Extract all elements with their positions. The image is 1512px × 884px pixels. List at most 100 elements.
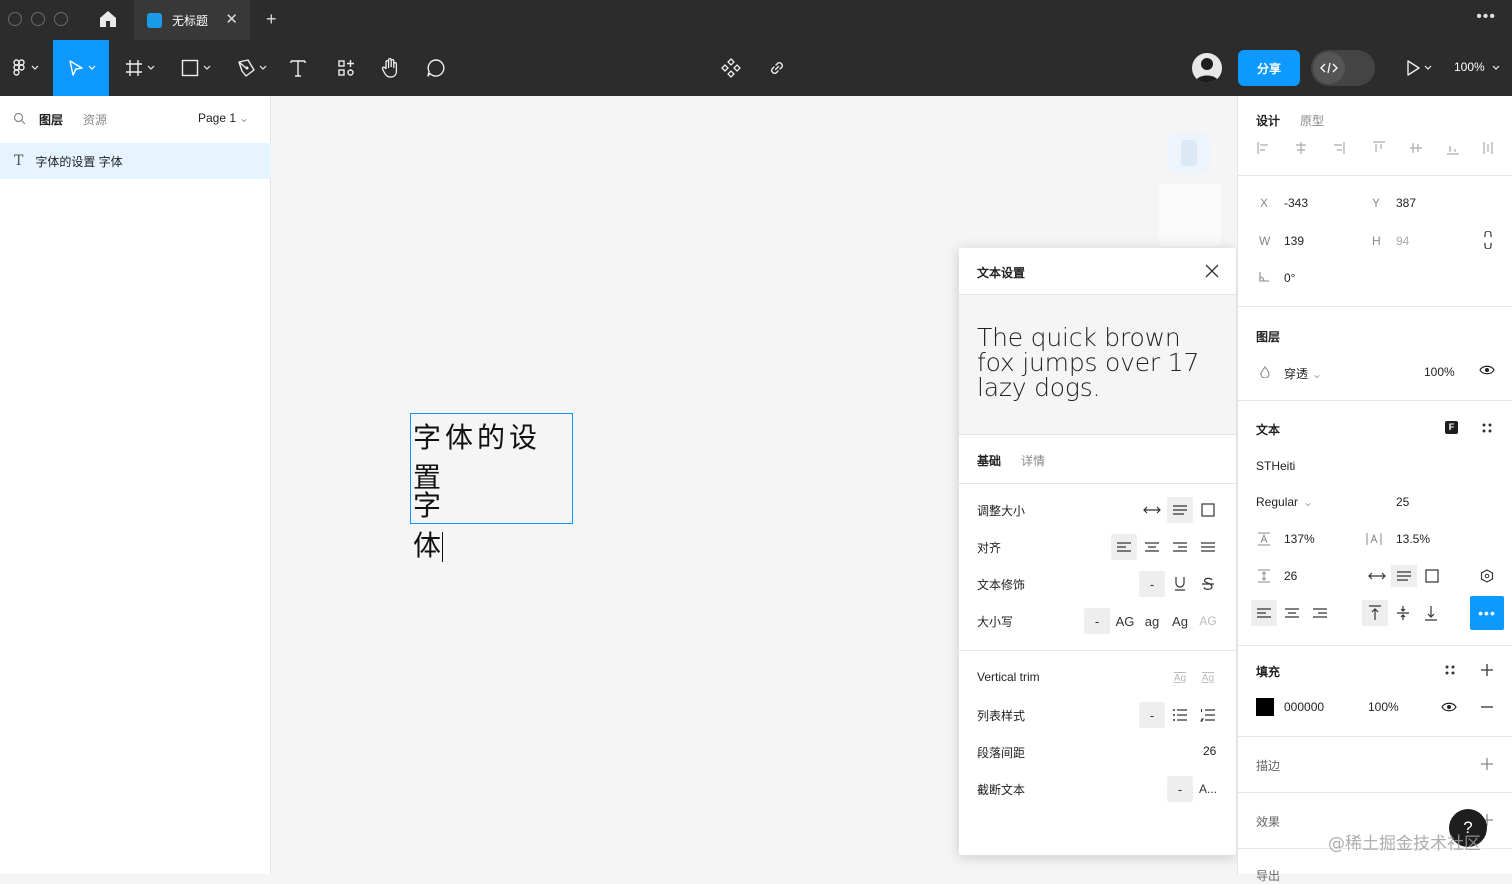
line-height-input[interactable]: 137% [1284, 532, 1315, 546]
tab-close-icon[interactable]: ✕ [225, 10, 238, 28]
add-stroke-icon[interactable] [1480, 757, 1494, 771]
font-family-select[interactable]: STHeiti [1256, 459, 1295, 473]
tab-design[interactable]: 设计 [1256, 112, 1280, 129]
letter-spacing-input[interactable]: 13.5% [1396, 532, 1430, 546]
search-icon[interactable] [13, 112, 26, 125]
numbered-list-icon[interactable] [1195, 702, 1221, 728]
align-justify-icon[interactable] [1195, 534, 1221, 560]
case-none-button[interactable]: - [1084, 608, 1110, 634]
more-icon[interactable]: ••• [1476, 8, 1496, 26]
trim-cap-height-button[interactable]: Ag [1195, 665, 1221, 691]
font-style-select[interactable]: Regular ⌄ [1256, 495, 1313, 509]
decoration-none-button[interactable]: - [1139, 571, 1165, 597]
resources-tool-button[interactable] [330, 40, 362, 96]
auto-width-icon[interactable] [1139, 497, 1165, 523]
home-icon[interactable] [96, 8, 120, 30]
bulleted-list-icon[interactable] [1167, 702, 1193, 728]
fixed-size-icon[interactable] [1195, 497, 1221, 523]
new-tab-button[interactable]: + [266, 9, 277, 30]
font-style-icon[interactable]: F [1445, 421, 1458, 434]
tab-untitled[interactable]: 无标题 ✕ [134, 0, 250, 40]
window-minimize-dot[interactable] [31, 12, 45, 26]
frame-tool-button[interactable] [116, 40, 162, 96]
align-bottom-icon[interactable] [1418, 600, 1444, 626]
truncate-ellipsis-button[interactable]: A... [1195, 776, 1221, 802]
eye-icon[interactable] [1479, 364, 1495, 376]
align-right-icon[interactable] [1167, 534, 1193, 560]
text-styles-icon[interactable] [1481, 422, 1493, 434]
tab-details[interactable]: 详情 [1021, 452, 1045, 469]
text-align-center-icon[interactable] [1279, 600, 1305, 626]
align-middle-icon[interactable] [1390, 600, 1416, 626]
layer-opacity-input[interactable]: 100% [1424, 365, 1455, 379]
tab-layers[interactable]: 图层 [39, 111, 63, 128]
case-upper-button[interactable]: AG [1112, 608, 1138, 634]
hand-tool-button[interactable] [374, 40, 406, 96]
link-button[interactable] [762, 40, 792, 96]
remove-fill-icon[interactable] [1480, 706, 1494, 708]
align-top-icon[interactable] [1362, 600, 1388, 626]
tab-assets[interactable]: 资源 [83, 111, 107, 128]
pen-tool-button[interactable] [228, 40, 274, 96]
fill-styles-icon[interactable] [1444, 664, 1456, 676]
eye-icon[interactable] [1441, 701, 1457, 713]
trim-standard-button[interactable]: Ag [1167, 665, 1193, 691]
zoom-menu[interactable]: 100% [1454, 60, 1500, 74]
fill-hex-input[interactable]: 000000 [1284, 700, 1324, 714]
align-label: 对齐 [977, 541, 1002, 555]
truncate-label: 截断文本 [977, 783, 1026, 797]
auto-height-icon[interactable] [1167, 497, 1193, 523]
text-align-right-icon[interactable] [1307, 600, 1333, 626]
y-input[interactable]: 387 [1396, 196, 1416, 210]
fill-opacity-input[interactable]: 100% [1368, 700, 1399, 714]
h-input[interactable]: 94 [1396, 234, 1409, 248]
strikethrough-icon[interactable] [1195, 571, 1221, 597]
align-center-icon[interactable] [1139, 534, 1165, 560]
auto-height-icon[interactable] [1391, 565, 1417, 587]
window-close-dot[interactable] [8, 12, 22, 26]
tab-basic[interactable]: 基础 [977, 452, 1001, 469]
move-tool-button[interactable] [53, 40, 109, 96]
constrain-proportions-icon[interactable] [1483, 231, 1493, 249]
text-tool-button[interactable] [282, 40, 314, 96]
text-settings-more-button[interactable]: ••• [1470, 596, 1504, 630]
layer-item[interactable]: T 字体的设置 字体 [0, 143, 271, 179]
w-input[interactable]: 139 [1284, 234, 1304, 248]
paragraph-spacing-input[interactable]: 26 [1284, 569, 1297, 583]
text-align-left-icon[interactable] [1251, 600, 1277, 626]
case-lower-button[interactable]: ag [1139, 608, 1165, 634]
auto-width-icon[interactable] [1365, 565, 1389, 587]
text-selection-box[interactable]: 字体的设置 字体 [410, 413, 573, 562]
fill-color-swatch[interactable] [1256, 698, 1274, 716]
truncate-none-button[interactable]: - [1167, 776, 1193, 802]
figma-logo-icon [12, 59, 25, 76]
shape-tool-button[interactable] [172, 40, 218, 96]
font-size-input[interactable]: 25 [1396, 495, 1409, 509]
add-fill-icon[interactable] [1480, 663, 1494, 677]
main-menu-button[interactable] [0, 40, 50, 96]
close-icon[interactable] [1205, 264, 1219, 278]
align-left-icon[interactable] [1111, 534, 1137, 560]
tab-prototype[interactable]: 原型 [1300, 112, 1324, 129]
case-title-button[interactable]: Ag [1167, 608, 1193, 634]
avatar[interactable] [1192, 53, 1222, 83]
chevron-down-icon [259, 65, 266, 70]
present-button[interactable] [1398, 40, 1438, 96]
list-none-button[interactable]: - [1139, 702, 1165, 728]
blend-mode-select[interactable]: 穿透 ⌄ [1284, 365, 1322, 382]
paragraph-spacing-input[interactable]: 26 [1203, 744, 1216, 758]
case-small-caps-button[interactable]: AG [1195, 608, 1221, 634]
fixed-size-icon[interactable] [1420, 565, 1444, 587]
variable-font-icon[interactable] [1480, 569, 1494, 583]
share-button[interactable]: 分享 [1238, 50, 1300, 86]
chevron-down-icon: ⌄ [1303, 495, 1314, 509]
create-component-button[interactable] [716, 40, 746, 96]
rotation-input[interactable]: 0° [1284, 271, 1295, 285]
dev-mode-toggle[interactable] [1311, 50, 1375, 86]
x-input[interactable]: -343 [1284, 196, 1308, 210]
page-selector[interactable]: Page 1 ⌄ [198, 111, 249, 125]
comment-tool-button[interactable] [420, 40, 452, 96]
window-zoom-dot[interactable] [54, 12, 68, 26]
underline-icon[interactable] [1167, 571, 1193, 597]
alignment-toolbar[interactable] [1256, 140, 1496, 156]
